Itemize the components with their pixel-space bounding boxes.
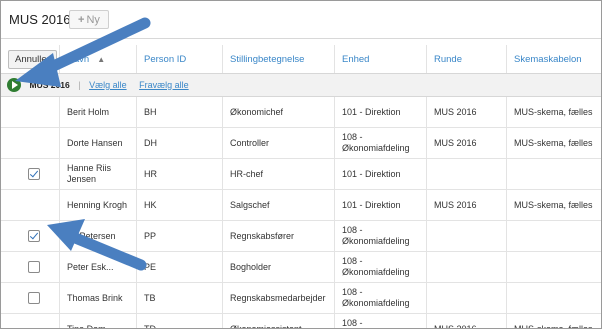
table-row[interactable]: ...f Petersen PP Regnskabsfører 108 - Økono… <box>1 220 601 252</box>
new-button-label: Ny <box>86 14 100 26</box>
cell-title: Økonomichef <box>222 96 335 128</box>
cell-template <box>506 251 601 283</box>
checkbox-cell <box>1 189 60 221</box>
plus-icon: + <box>78 14 85 26</box>
group-label: MUS 2016 <box>29 79 70 90</box>
column-header-unit[interactable]: Enhed <box>334 45 427 74</box>
table-row[interactable]: Berit Holm BH Økonomichef 101 - Direktion MU… <box>1 96 601 128</box>
cell-template: MUS-skema, fælles <box>506 96 601 128</box>
cell-round: MUS 2016 <box>426 189 507 221</box>
row-checkbox[interactable] <box>28 230 40 242</box>
employee-table: Annuller Navn ▲ Person ID Stillingbetegne… <box>1 45 601 328</box>
cell-name: Henning Krogh <box>59 189 137 221</box>
checkbox-cell <box>1 313 60 328</box>
checkbox-cell <box>1 127 60 159</box>
cell-unit: 108 - Økonomiafdeling <box>334 251 427 283</box>
checkbox-cell <box>1 282 60 314</box>
cell-template <box>506 282 601 314</box>
row-checkbox[interactable] <box>28 168 40 180</box>
cell-name: ...f Petersen <box>59 220 137 252</box>
cell-title: Salgschef <box>222 189 335 221</box>
row-checkbox[interactable] <box>28 292 40 304</box>
cell-round <box>426 158 507 190</box>
cell-title: Regnskabsmedarbejder <box>222 282 335 314</box>
column-header-template[interactable]: Skemaskabelon <box>506 45 601 74</box>
cell-title: HR-chef <box>222 158 335 190</box>
column-header-title[interactable]: Stillingbetegnelse <box>222 45 335 74</box>
cell-name: Tina Dam <box>59 313 137 328</box>
group-cell: MUS 2016 | Vælg alle Fravælg alle <box>1 73 601 97</box>
checkbox-cell <box>1 251 60 283</box>
cell-template: MUS-skema, fælles <box>506 313 601 328</box>
sort-ascending-icon: ▲ <box>97 54 106 64</box>
cell-person-id: HK <box>136 189 223 221</box>
cell-round: MUS 2016 <box>426 127 507 159</box>
cell-person-id: BH <box>136 96 223 128</box>
cell-template <box>506 158 601 190</box>
cell-name: Berit Holm <box>59 96 137 128</box>
cell-person-id: PP <box>136 220 223 252</box>
column-header-person-id[interactable]: Person ID <box>136 45 223 74</box>
table-row[interactable]: Henning Krogh HK Salgschef 101 - Direktion M… <box>1 189 601 221</box>
cell-round: MUS 2016 <box>426 96 507 128</box>
cell-round <box>426 251 507 283</box>
cell-template: MUS-skema, fælles <box>506 127 601 159</box>
cell-template: MUS-skema, fælles <box>506 189 601 221</box>
cell-template <box>506 220 601 252</box>
column-header-round[interactable]: Runde <box>426 45 507 74</box>
cell-title: Regnskabsfører <box>222 220 335 252</box>
cell-title: Økonomiassistent <box>222 313 335 328</box>
checkbox-cell <box>1 96 60 128</box>
checkbox-cell <box>1 220 60 252</box>
cell-name: Hanne Riis Jensen <box>59 158 137 190</box>
group-row: MUS 2016 | Vælg alle Fravælg alle <box>1 73 601 97</box>
table-row[interactable]: Hanne Riis Jensen HR HR-chef 101 - Direktio… <box>1 158 601 190</box>
table-row[interactable]: Peter Esk... PE Bogholder 108 - Økonomiafde… <box>1 251 601 283</box>
cell-round: MUS 2016 <box>426 313 507 328</box>
select-all-link[interactable]: Vælg alle <box>89 80 127 90</box>
top-bar: MUS 2016 + Ny <box>1 1 601 37</box>
checkbox-cell <box>1 158 60 190</box>
cell-person-id: DH <box>136 127 223 159</box>
cell-person-id: TD <box>136 313 223 328</box>
cell-person-id: HR <box>136 158 223 190</box>
table-header: Annuller Navn ▲ Person ID Stillingbetegne… <box>1 45 601 74</box>
table-row[interactable]: Dorte Hansen DH Controller 108 - Økonomiafd… <box>1 127 601 159</box>
separator: | <box>78 79 81 90</box>
page-title: MUS 2016 <box>9 12 71 27</box>
new-button[interactable]: + Ny <box>69 10 109 29</box>
header-cancel-cell: Annuller <box>1 45 60 74</box>
divider <box>1 38 601 39</box>
cell-title: Controller <box>222 127 335 159</box>
cell-round <box>426 282 507 314</box>
cell-name: Thomas Brink <box>59 282 137 314</box>
cell-unit: 108 - Økonomiafdeling <box>334 282 427 314</box>
play-icon[interactable] <box>7 78 21 92</box>
cell-unit: 108 - Økonomiafdeling <box>334 127 427 159</box>
cancel-button[interactable]: Annuller <box>8 49 57 69</box>
cell-name: Dorte Hansen <box>59 127 137 159</box>
row-checkbox[interactable] <box>28 261 40 273</box>
deselect-all-link[interactable]: Fravælg alle <box>139 80 189 90</box>
cell-unit: 101 - Direktion <box>334 158 427 190</box>
cell-person-id: TB <box>136 282 223 314</box>
cell-round <box>426 220 507 252</box>
cell-unit: 101 - Direktion <box>334 189 427 221</box>
cell-unit: 101 - Direktion <box>334 96 427 128</box>
app-window: MUS 2016 + Ny Annuller Navn ▲ Person ID St… <box>0 0 602 329</box>
table-row[interactable]: Thomas Brink TB Regnskabsmedarbejder 108 - … <box>1 282 601 314</box>
column-header-name[interactable]: Navn ▲ <box>59 45 137 74</box>
table-row[interactable]: Tina DamTDØkonomiassistent108 - Økonomia… <box>1 313 601 328</box>
cell-unit: 108 - Økonomiafdeling <box>334 313 427 328</box>
cell-unit: 108 - Økonomiafdeling <box>334 220 427 252</box>
cell-person-id: PE <box>136 251 223 283</box>
cell-title: Bogholder <box>222 251 335 283</box>
cell-name: Peter Esk... <box>59 251 137 283</box>
